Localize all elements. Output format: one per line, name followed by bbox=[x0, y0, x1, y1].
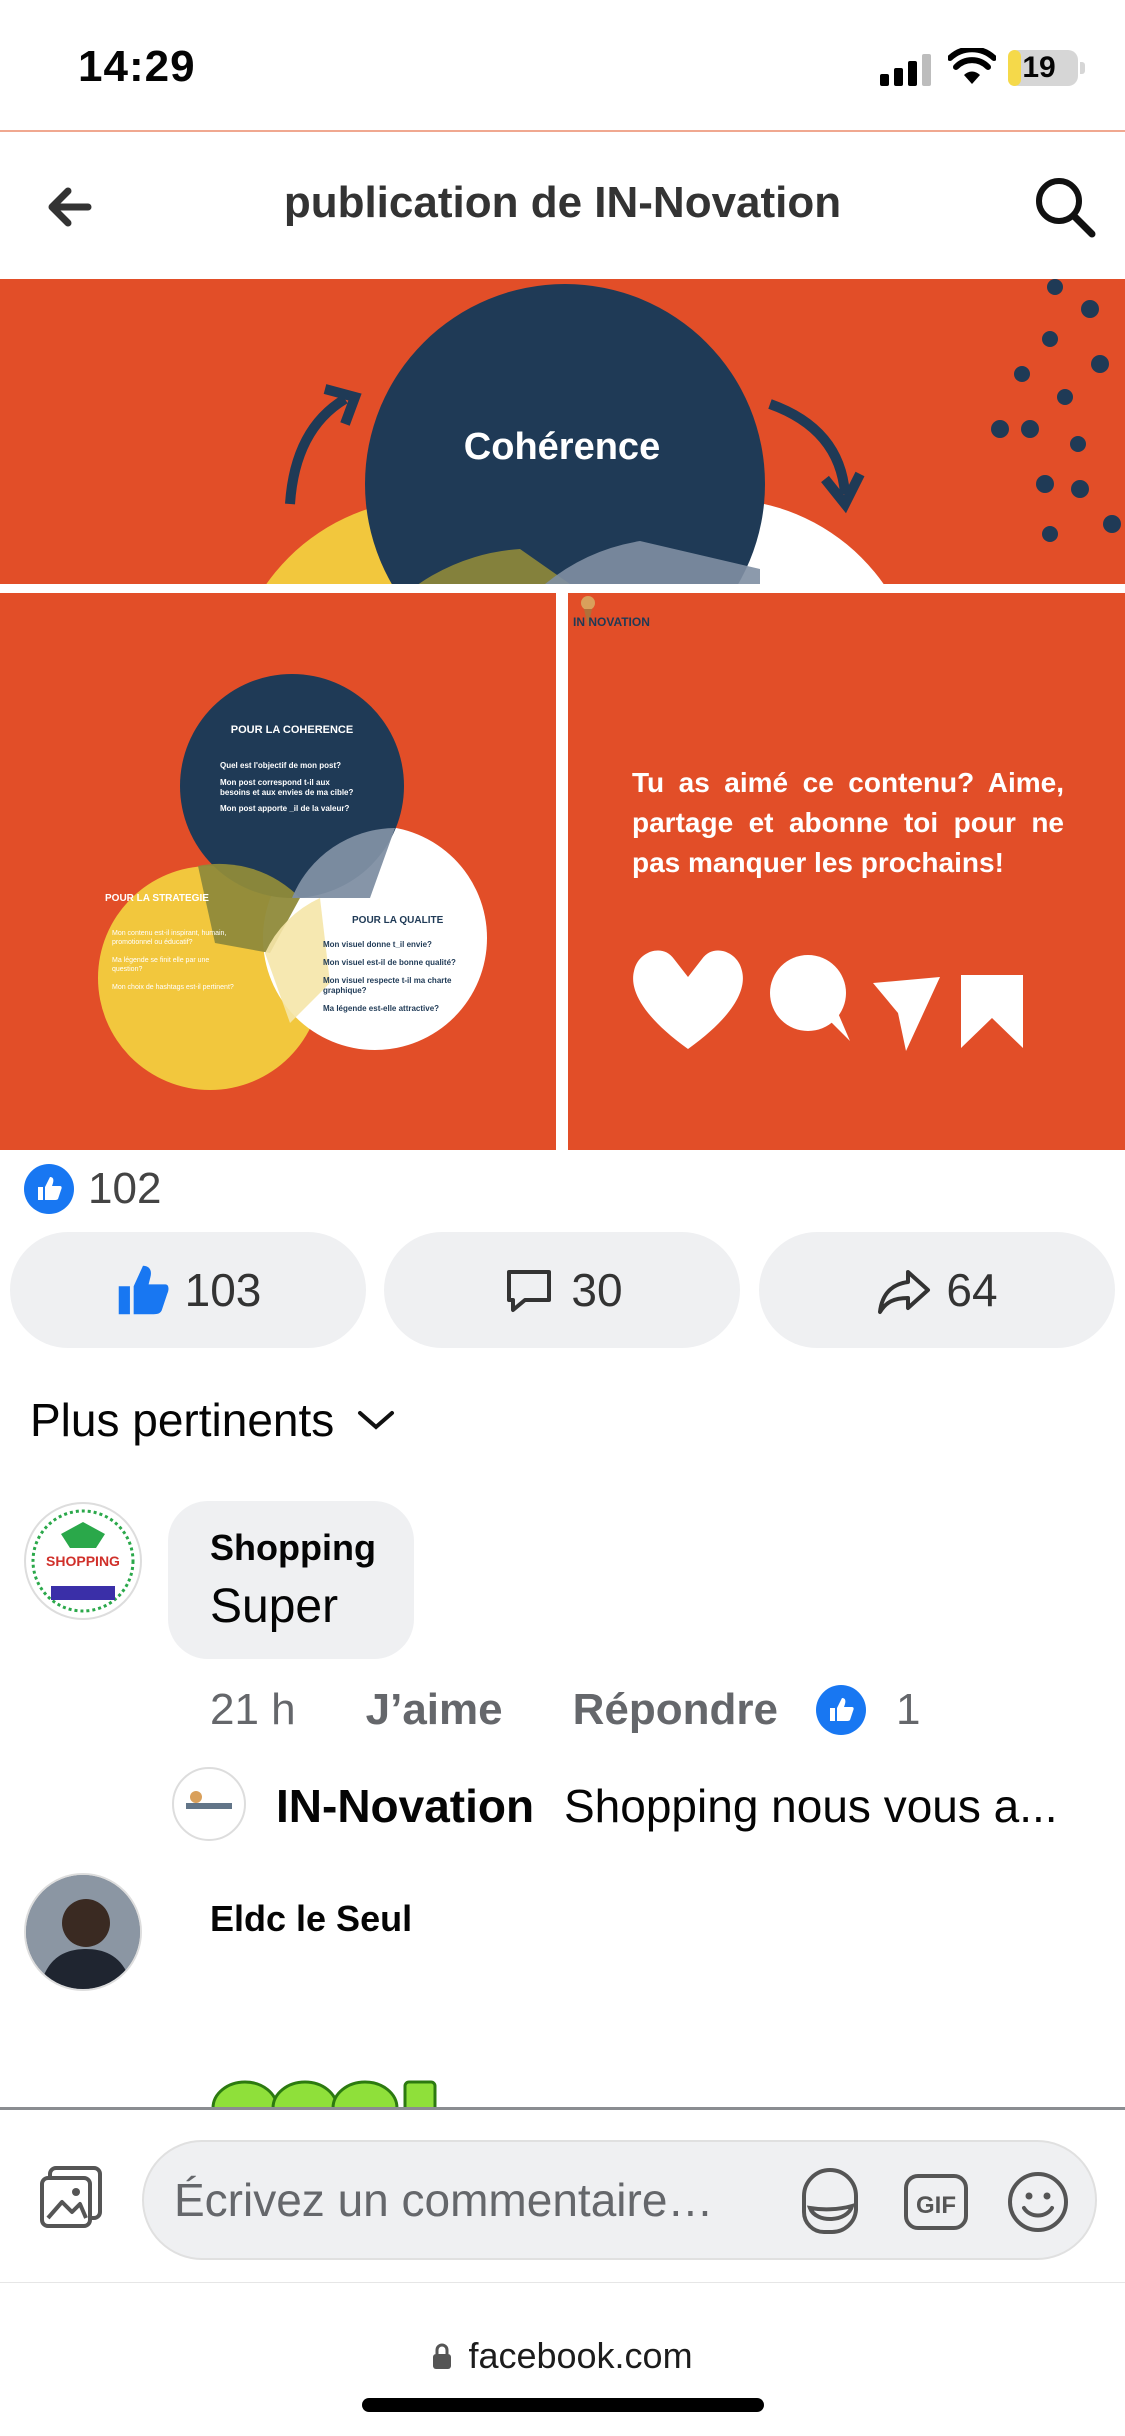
brand-name: IN NOVATION bbox=[573, 615, 650, 629]
comment-like-button[interactable]: J’aime bbox=[366, 1685, 503, 1735]
qualite-item: Mon visuel est-il de bonne qualité? bbox=[323, 958, 456, 967]
strategie-item: question? bbox=[112, 966, 142, 973]
like-button[interactable]: 103 bbox=[10, 1232, 366, 1348]
qualite-item: Ma légende est-elle attractive? bbox=[323, 1004, 439, 1013]
search-icon[interactable] bbox=[1030, 172, 1100, 242]
coherence-heading: Cohérence bbox=[464, 426, 660, 468]
like-count: 103 bbox=[184, 1264, 262, 1316]
reaction-count: 102 bbox=[88, 1164, 162, 1213]
strategie-item: Mon contenu est-il inspirant, humain, bbox=[112, 930, 226, 937]
battery-nub bbox=[1080, 62, 1085, 74]
cta-text: Tu as aimé ce contenu? Aime, partage et … bbox=[632, 767, 1064, 878]
shopping-logo: SHOPPING bbox=[31, 1509, 135, 1613]
comment-text: Super bbox=[210, 1580, 339, 1633]
venn-diagram: POUR LA COHERENCE Quel est l'objectif de… bbox=[98, 674, 487, 1090]
strategie-title: POUR LA STRATEGIE bbox=[105, 893, 209, 904]
post-image-venn[interactable]: POUR LA COHERENCE Quel est l'objectif de… bbox=[0, 593, 556, 1150]
comment-time: 21 h bbox=[210, 1685, 296, 1734]
strategie-item: Ma légende se finit elle par une bbox=[112, 957, 209, 964]
gif-label: GIF bbox=[916, 2192, 956, 2219]
bookmark-icon bbox=[961, 975, 1023, 1048]
comment-sort-dropdown[interactable]: Plus pertinents bbox=[30, 1390, 396, 1450]
battery-level: 19 bbox=[1022, 51, 1056, 84]
comment-input-container[interactable]: GIF bbox=[142, 2140, 1097, 2260]
lock-icon bbox=[433, 2343, 452, 2369]
qualite-title: POUR LA QUALITE bbox=[352, 915, 444, 926]
chevron-down-icon bbox=[358, 1411, 395, 1430]
status-time: 14:29 bbox=[78, 42, 196, 91]
url-text: facebook.com bbox=[468, 2335, 693, 2376]
reaction-summary[interactable]: 102 bbox=[24, 1163, 161, 1215]
in-novation-logo: IN NOVATION bbox=[573, 596, 650, 629]
avatar[interactable] bbox=[172, 1767, 246, 1841]
reply-preview[interactable]: IN-Novation Shopping nous vous a... bbox=[172, 1765, 1112, 1845]
in-novation-avatar-logo bbox=[186, 1791, 232, 1809]
comment-count: 30 bbox=[571, 1264, 623, 1316]
cellular-signal-icon bbox=[880, 52, 934, 86]
comment-button[interactable]: 30 bbox=[384, 1232, 740, 1348]
like-reaction-icon bbox=[24, 1164, 74, 1214]
comment-meta: 21 h J’aime Répondre 1 bbox=[210, 1680, 920, 1740]
home-indicator[interactable] bbox=[362, 2398, 764, 2412]
share-icon bbox=[878, 1270, 931, 1314]
thumbs-up-icon bbox=[118, 1265, 169, 1315]
reply-author[interactable]: IN-Novation bbox=[276, 1779, 534, 1833]
share-button[interactable]: 64 bbox=[759, 1232, 1115, 1348]
profile-photo bbox=[26, 1875, 140, 1989]
coherence-title: POUR LA COHERENCE bbox=[231, 724, 353, 736]
qualite-item: Mon visuel respecte t-il ma charte bbox=[323, 976, 452, 985]
comment-reply-button[interactable]: Répondre bbox=[573, 1685, 778, 1735]
battery-icon: 19 bbox=[1008, 50, 1078, 86]
coherence-item: Mon post apporte _il de la valeur? bbox=[220, 804, 349, 813]
speech-bubble-icon bbox=[770, 955, 850, 1041]
avatar-label: SHOPPING bbox=[46, 1553, 120, 1569]
comment-reaction-count: 1 bbox=[895, 1685, 921, 1734]
qualite-item: graphique? bbox=[323, 986, 367, 995]
url-content: facebook.com bbox=[0, 2335, 1125, 2377]
avatar[interactable] bbox=[24, 1873, 142, 1991]
qualite-item: Mon visuel donne t_il envie? bbox=[323, 940, 432, 949]
page-title: publication de IN-Novation bbox=[283, 178, 842, 227]
heart-icon bbox=[633, 950, 743, 1049]
avatar[interactable]: SHOPPING bbox=[24, 1502, 142, 1620]
gif-icon[interactable]: GIF bbox=[900, 2166, 972, 2238]
strategie-item: Mon choix de hashtags est-il pertinent? bbox=[112, 984, 234, 991]
sticker-icon[interactable] bbox=[794, 2166, 866, 2238]
coherence-graphic: Cohérence bbox=[266, 279, 1121, 584]
browser-url-bar[interactable]: facebook.com bbox=[0, 2282, 1125, 2436]
top-navigation: publication de IN-Novation bbox=[0, 132, 1125, 280]
strategie-item: promotionnel ou éducatif? bbox=[112, 939, 193, 946]
comment-author[interactable]: Eldc le Seul bbox=[210, 1898, 412, 1940]
coherence-item: besoins et aux envies de ma cible? bbox=[220, 788, 354, 797]
emoji-icon[interactable] bbox=[1002, 2166, 1074, 2238]
comment-author[interactable]: Shopping bbox=[210, 1527, 414, 1569]
comment-composer: GIF bbox=[0, 2107, 1125, 2282]
comment-icon bbox=[507, 1270, 552, 1312]
share-count: 64 bbox=[946, 1264, 998, 1316]
send-icon bbox=[873, 977, 940, 1051]
wifi-icon bbox=[948, 48, 996, 84]
photo-icon[interactable] bbox=[36, 2160, 108, 2232]
comment-bubble[interactable]: Shopping Super bbox=[168, 1501, 414, 1659]
status-bar: 14:29 19 bbox=[0, 0, 1125, 132]
reply-text: Shopping nous vous a... bbox=[564, 1780, 1058, 1832]
back-arrow-icon[interactable] bbox=[38, 172, 108, 242]
post-image-cta[interactable]: IN NOVATION Tu as aimé ce contenu? Aime,… bbox=[568, 593, 1125, 1150]
coherence-item: Quel est l'objectif de mon post? bbox=[220, 761, 341, 770]
coherence-item: Mon post correspond t-il aux bbox=[220, 778, 330, 787]
comment-sticker bbox=[205, 2068, 445, 2108]
like-reaction-icon bbox=[815, 1685, 866, 1735]
post-image-coherence[interactable]: Cohérence bbox=[0, 279, 1125, 584]
sort-label: Plus pertinents bbox=[30, 1394, 335, 1446]
comment-input[interactable] bbox=[174, 2164, 754, 2236]
